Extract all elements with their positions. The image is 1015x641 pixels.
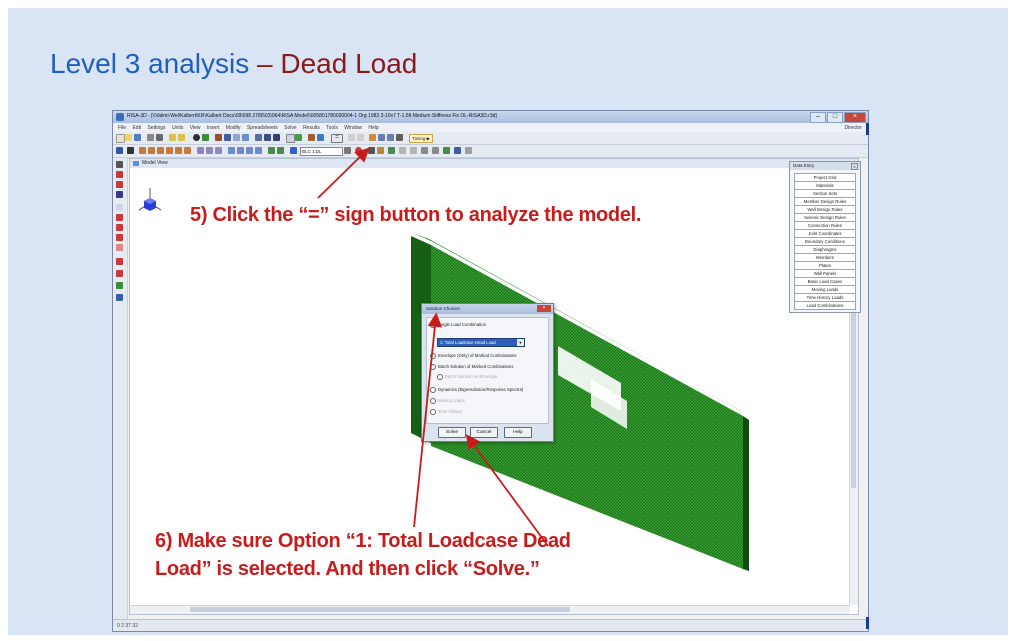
checkbox-icon[interactable] — [437, 374, 443, 380]
chevron-down-icon[interactable]: ▼ — [517, 339, 524, 346]
option-batch-sub-label: Batch Solution w/ Envelope — [445, 374, 498, 380]
option-time-label: Time History — [438, 409, 462, 415]
option-batch[interactable]: Batch Solution of Marked Combinations — [430, 364, 513, 370]
radio-icon[interactable] — [430, 387, 436, 393]
data-entry-boundary-conditions[interactable]: Boundary Conditions — [794, 238, 856, 246]
data-entry-wall-design-rules[interactable]: Wall Design Rules — [794, 206, 856, 214]
data-entry-close-icon[interactable]: × — [851, 163, 858, 170]
annotation-step6-line2: Load” is selected. And then click “Solve… — [155, 558, 540, 580]
data-entry-materials[interactable]: Materials — [794, 182, 856, 190]
data-entry-members[interactable]: Members — [794, 254, 856, 262]
radio-selected-icon[interactable] — [430, 322, 436, 328]
accent-bar-top — [866, 123, 869, 135]
data-entry-connection-rules[interactable]: Connection Rules — [794, 222, 856, 230]
dialog-title: Solution Choices — [422, 304, 553, 314]
option-single-label: Single Load Combination — [438, 322, 487, 328]
data-entry-project-grid[interactable]: Project Grid — [794, 173, 856, 182]
data-entry-title: Data Entry — [790, 162, 860, 170]
load-combination-value: 1: Total Loadcase Dead Load — [440, 340, 496, 345]
dialog-body: Single Load Combination 1: Total Loadcas… — [426, 317, 549, 424]
accent-bar-bottom — [866, 617, 869, 629]
cancel-button[interactable]: Cancel — [470, 427, 498, 438]
data-entry-joint-coordinates[interactable]: Joint Coordinates — [794, 230, 856, 238]
slide-title-main: Level 3 analysis — [50, 48, 250, 79]
global-axes-icon — [138, 188, 162, 211]
data-entry-load-combinations[interactable]: Load Combinations — [794, 302, 856, 310]
annotation-step5: 5) Click the “=” sign button to analyze … — [190, 204, 642, 226]
help-button[interactable]: Help — [504, 427, 532, 438]
solution-choices-dialog: Solution Choices × Single Load Combinati… — [421, 303, 554, 442]
data-entry-time-history-loads[interactable]: Time History Loads — [794, 294, 856, 302]
slide-title-dash: – — [249, 48, 281, 79]
radio-icon[interactable] — [430, 353, 436, 359]
option-envelope-label: Envelope (Only) of Marked Combinations — [438, 353, 517, 359]
data-entry-diaphragms[interactable]: Diaphragms — [794, 246, 856, 254]
option-dynamics-label: Dynamics (Eigensolution/Response Spectra… — [438, 387, 524, 393]
data-entry-moving-loads[interactable]: Moving Loads — [794, 286, 856, 294]
option-dynamics[interactable]: Dynamics (Eigensolution/Response Spectra… — [430, 387, 523, 393]
option-batch-label: Batch Solution of Marked Combinations — [438, 364, 514, 370]
annotation-step6: 6) Make sure Option “1: Total Loadcase D… — [155, 527, 571, 583]
data-entry-wall-panels[interactable]: Wall Panels — [794, 270, 856, 278]
option-envelope[interactable]: Envelope (Only) of Marked Combinations — [430, 353, 517, 359]
data-entry-basic-load-cases[interactable]: Basic Load Cases — [794, 278, 856, 286]
radio-icon[interactable] — [430, 398, 436, 404]
radio-icon[interactable] — [430, 409, 436, 415]
dialog-close-button[interactable]: × — [537, 305, 551, 312]
option-moving-label: Moving Loads — [438, 398, 465, 404]
option-batch-envelope[interactable]: Batch Solution w/ Envelope — [437, 374, 497, 380]
slide-title-sub: Dead Load — [280, 48, 418, 79]
data-entry-seismic-design-rules[interactable]: Seismic Design Rules — [794, 214, 856, 222]
option-moving-loads[interactable]: Moving Loads — [430, 398, 465, 404]
radio-icon[interactable] — [430, 364, 436, 370]
load-combination-select[interactable]: 1: Total Loadcase Dead Load ▼ — [437, 338, 525, 347]
annotation-step6-line1: 6) Make sure Option “1: Total Loadcase D… — [155, 530, 571, 552]
option-time-history[interactable]: Time History — [430, 409, 462, 415]
slide-title: Level 3 analysis – Dead Load — [50, 48, 417, 80]
data-entry-panel: Data Entry × Project Grid Materials Sect… — [789, 161, 861, 313]
data-entry-section-sets[interactable]: Section Sets — [794, 190, 856, 198]
data-entry-member-design-rules[interactable]: Member Design Rules — [794, 198, 856, 206]
option-single-load-combination[interactable]: Single Load Combination — [430, 322, 486, 328]
data-entry-plates[interactable]: Plates — [794, 262, 856, 270]
solve-button[interactable]: Solve — [438, 427, 466, 438]
